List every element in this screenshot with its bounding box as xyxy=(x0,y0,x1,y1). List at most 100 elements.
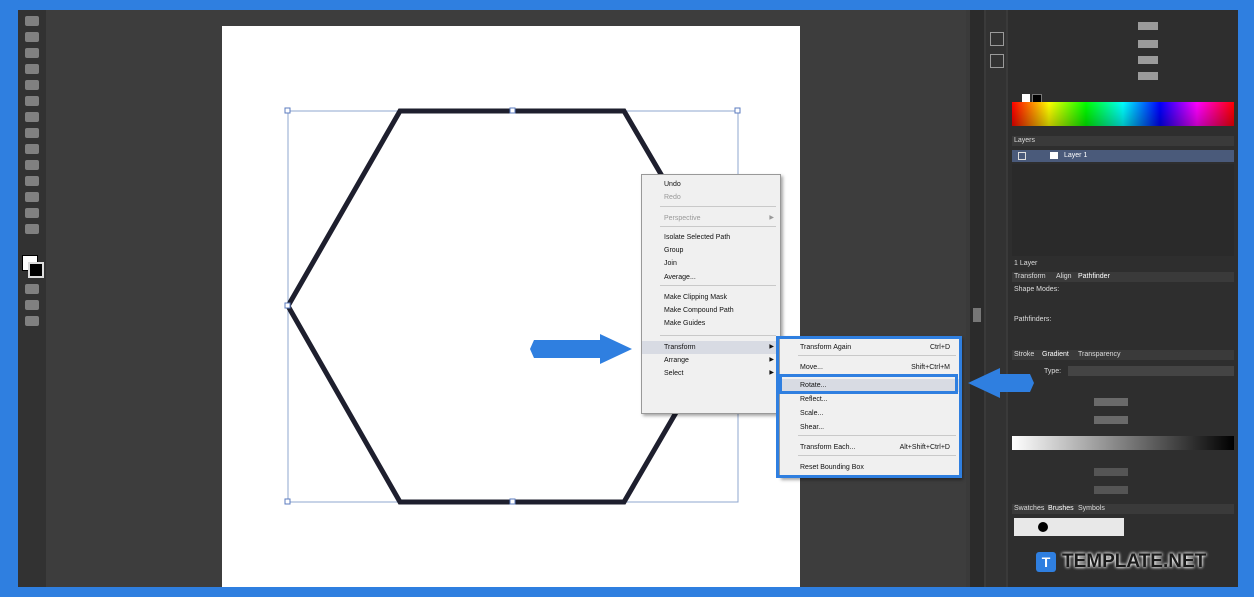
warp-tool-icon[interactable] xyxy=(25,144,39,154)
gradient-type-label: Type: xyxy=(1044,368,1062,375)
menu-item-label: Isolate Selected Path xyxy=(664,234,731,241)
menu-item-label: Undo xyxy=(664,181,681,188)
context-menu-item[interactable]: Undo xyxy=(642,178,780,191)
template-watermark: T TEMPLATE.NET xyxy=(1022,540,1222,580)
tab-transparency[interactable]: Transparency xyxy=(1078,351,1121,358)
menu-item-label: Perspective xyxy=(664,215,701,222)
white-swatch[interactable] xyxy=(1022,94,1030,102)
menu-item-label: Make Clipping Mask xyxy=(664,294,728,301)
shape-builder-tool-icon[interactable] xyxy=(25,160,39,170)
context-menu-item[interactable]: Make Clipping Mask xyxy=(642,291,780,304)
layers-tab[interactable]: Layers xyxy=(1014,137,1035,144)
bbox-handle[interactable] xyxy=(509,107,516,114)
bbox-handle[interactable] xyxy=(284,107,291,114)
mesh-tool-icon[interactable] xyxy=(25,176,39,186)
submenu-arrow-icon: ▶ xyxy=(769,215,774,221)
screen-mode-icon[interactable] xyxy=(25,316,39,326)
menu-item-label: Select xyxy=(664,370,684,377)
type-tool-icon[interactable] xyxy=(25,48,39,58)
layer-thumbnail xyxy=(1050,152,1058,159)
menu-item-label: Join xyxy=(664,260,677,267)
gradient-ratio-field[interactable] xyxy=(1094,416,1128,424)
color-mode-icon[interactable] xyxy=(25,284,39,294)
rotate-highlight-box xyxy=(779,374,958,394)
brand-name: TEMPLATE.NET xyxy=(1062,551,1207,572)
tab-pathfinder[interactable]: Pathfinder xyxy=(1078,273,1110,280)
context-menu-item: Redo xyxy=(642,191,780,204)
menu-separator xyxy=(660,206,776,207)
brush-tool-icon[interactable] xyxy=(25,96,39,106)
shape-modes-label: Shape Modes: xyxy=(1014,286,1060,293)
pen-tool-icon[interactable] xyxy=(25,32,39,42)
tab-swatches[interactable]: Swatches xyxy=(1014,505,1044,512)
menu-separator xyxy=(660,226,776,227)
menu-item-label: Transform xyxy=(664,344,696,351)
context-menu-item[interactable]: Average... xyxy=(642,271,780,284)
context-menu-item[interactable]: Group xyxy=(642,244,780,257)
menu-item-label: Arrange xyxy=(664,357,689,364)
bottom-tabs: Swatches Brushes Symbols xyxy=(1012,504,1234,514)
brush-library[interactable] xyxy=(1014,518,1124,536)
canvas[interactable] xyxy=(46,10,966,587)
bbox-handle[interactable] xyxy=(734,107,741,114)
color-value-box[interactable] xyxy=(1138,40,1158,48)
gradient-angle-field[interactable] xyxy=(1094,398,1128,406)
context-menu-item[interactable]: Isolate Selected Path xyxy=(642,231,780,244)
context-menu-item[interactable]: Join xyxy=(642,257,780,270)
tab-align[interactable]: Align xyxy=(1056,273,1072,280)
tab-brushes[interactable]: Brushes xyxy=(1048,505,1074,512)
rotate-tool-icon[interactable] xyxy=(25,112,39,122)
ellipse-tool-icon[interactable] xyxy=(25,64,39,74)
color-value-box[interactable] xyxy=(1138,72,1158,80)
context-menu-item[interactable]: Select ▶ xyxy=(642,367,780,380)
context-menu-item[interactable]: Make Guides xyxy=(642,317,780,330)
hexagon-artwork[interactable] xyxy=(46,10,966,587)
color-value-box[interactable] xyxy=(1138,22,1158,30)
gradient-location-field[interactable] xyxy=(1094,468,1128,476)
color-spectrum[interactable] xyxy=(1012,102,1234,126)
brush-icon[interactable] xyxy=(1038,522,1048,532)
bbox-handle[interactable] xyxy=(284,302,291,309)
selection-tool-icon[interactable] xyxy=(25,16,39,26)
tools-panel xyxy=(18,10,47,587)
scale-tool-icon[interactable] xyxy=(25,128,39,138)
menu-item-label: Average... xyxy=(664,274,696,281)
pencil-tool-icon[interactable] xyxy=(25,80,39,90)
submenu-arrow-icon: ▶ xyxy=(769,344,774,350)
submenu-highlight-box xyxy=(776,336,962,478)
panel-icon-strip xyxy=(986,10,1006,587)
menu-item-label: Make Guides xyxy=(664,320,706,327)
stroke-swatch[interactable] xyxy=(28,262,44,278)
gradient-tool-icon[interactable] xyxy=(25,192,39,202)
draw-mode-icon[interactable] xyxy=(25,300,39,310)
gradient-slider[interactable] xyxy=(1012,436,1234,450)
tab-symbols[interactable]: Symbols xyxy=(1078,505,1105,512)
tab-stroke[interactable]: Stroke xyxy=(1014,351,1034,358)
menu-separator xyxy=(660,285,776,286)
app-window: Layers Layer 1 1 Layer Transform Align P… xyxy=(18,10,1238,587)
gradient-opacity-field[interactable] xyxy=(1094,486,1128,494)
scroll-thumb[interactable] xyxy=(973,308,981,322)
visibility-icon[interactable] xyxy=(1018,152,1026,160)
context-menu-item: Perspective ▶ xyxy=(642,212,780,225)
menu-item-label: Redo xyxy=(664,194,681,201)
artboards-icon[interactable] xyxy=(990,32,1004,46)
stroke-tabs: Stroke Gradient Transparency xyxy=(1012,350,1234,360)
context-menu-item[interactable]: Arrange ▶ xyxy=(642,354,780,367)
eyedropper-tool-icon[interactable] xyxy=(25,208,39,218)
layer-name[interactable]: Layer 1 xyxy=(1064,152,1087,159)
gradient-type-select[interactable] xyxy=(1068,366,1234,376)
bbox-handle[interactable] xyxy=(509,498,516,505)
tab-transform[interactable]: Transform xyxy=(1014,273,1046,280)
bbox-handle[interactable] xyxy=(284,498,291,505)
context-menu-item[interactable]: Transform ▶ xyxy=(642,341,780,354)
submenu-arrow-icon: ▶ xyxy=(769,357,774,363)
color-value-box[interactable] xyxy=(1138,56,1158,64)
context-menu: Undo Redo Perspective ▶ Isolate Selected Pat… xyxy=(641,174,781,414)
context-menu-item[interactable]: Make Compound Path xyxy=(642,304,780,317)
zoom-tool-icon[interactable] xyxy=(25,224,39,234)
layer-row[interactable]: Layer 1 xyxy=(1012,150,1234,162)
layers-panel-icon[interactable] xyxy=(990,54,1004,68)
vertical-scrollbar[interactable] xyxy=(970,10,984,587)
tab-gradient[interactable]: Gradient xyxy=(1042,351,1069,358)
